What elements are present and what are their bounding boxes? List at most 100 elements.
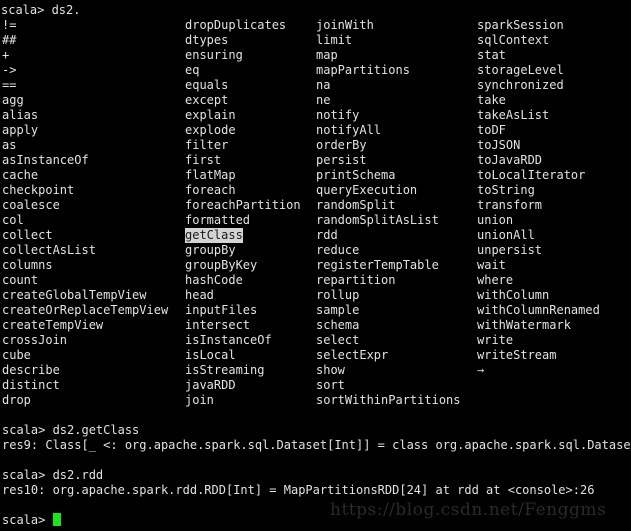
- completion-item[interactable]: +: [2, 48, 9, 63]
- completion-column-3[interactable]: joinWith limit map mapPartitions na ne notify n…: [316, 18, 461, 408]
- completion-item[interactable]: notify: [316, 108, 359, 123]
- completion-item[interactable]: except: [185, 93, 228, 108]
- completion-item[interactable]: orderBy: [316, 138, 367, 153]
- completion-item[interactable]: selectExpr: [316, 348, 388, 363]
- completion-item[interactable]: toDF: [477, 123, 506, 138]
- completion-item[interactable]: ->: [2, 63, 16, 78]
- completion-item[interactable]: createGlobalTempView: [2, 288, 147, 303]
- completion-item[interactable]: randomSplitAsList: [316, 213, 439, 228]
- completion-item[interactable]: apply: [2, 123, 38, 138]
- completion-item[interactable]: agg: [2, 93, 24, 108]
- completion-item[interactable]: createTempView: [2, 318, 103, 333]
- completion-item[interactable]: writeStream: [477, 348, 556, 363]
- completion-item[interactable]: flatMap: [185, 168, 236, 183]
- completion-item[interactable]: alias: [2, 108, 38, 123]
- completion-item[interactable]: dropDuplicates: [185, 18, 286, 33]
- completion-item[interactable]: ensuring: [185, 48, 243, 63]
- completion-item[interactable]: hashCode: [185, 273, 243, 288]
- completion-item[interactable]: first: [185, 153, 221, 168]
- completion-item[interactable]: storageLevel: [477, 63, 564, 78]
- completion-item[interactable]: takeAsList: [477, 108, 549, 123]
- completion-item[interactable]: explode: [185, 123, 236, 138]
- completion-item[interactable]: groupByKey: [185, 258, 257, 273]
- completion-item[interactable]: map: [316, 48, 338, 63]
- completion-item[interactable]: write: [477, 333, 513, 348]
- completion-item[interactable]: join: [185, 393, 214, 408]
- completion-item[interactable]: explain: [185, 108, 236, 123]
- completion-item[interactable]: getClass: [185, 228, 243, 243]
- completion-item[interactable]: joinWith: [316, 18, 374, 33]
- completion-item[interactable]: formatted: [185, 213, 250, 228]
- completion-item[interactable]: show: [316, 363, 345, 378]
- completion-item[interactable]: collectAsList: [2, 243, 96, 258]
- completion-item[interactable]: select: [316, 333, 359, 348]
- completion-item[interactable]: head: [185, 288, 214, 303]
- completion-item[interactable]: reduce: [316, 243, 359, 258]
- completion-item[interactable]: isStreaming: [185, 363, 264, 378]
- completion-item[interactable]: dtypes: [185, 33, 228, 48]
- completion-item[interactable]: intersect: [185, 318, 250, 333]
- completion-item[interactable]: as: [2, 138, 16, 153]
- completion-item[interactable]: withColumn: [477, 288, 549, 303]
- completion-item[interactable]: sqlContext: [477, 33, 549, 48]
- completion-item[interactable]: limit: [316, 33, 352, 48]
- completion-item[interactable]: rdd: [316, 228, 338, 243]
- completion-item[interactable]: distinct: [2, 378, 60, 393]
- completion-item[interactable]: sort: [316, 378, 345, 393]
- completion-item[interactable]: take: [477, 93, 506, 108]
- terminal-window[interactable]: scala> ds2. != ## + -> == agg alias apply as asIn…: [0, 0, 631, 531]
- active-prompt-line[interactable]: scala>: [2, 513, 631, 528]
- completion-item[interactable]: checkpoint: [2, 183, 74, 198]
- completion-item[interactable]: toLocalIterator: [477, 168, 585, 183]
- completion-item[interactable]: toJavaRDD: [477, 153, 542, 168]
- completion-item[interactable]: toString: [477, 183, 535, 198]
- completion-item[interactable]: randomSplit: [316, 198, 395, 213]
- completion-item[interactable]: cube: [2, 348, 31, 363]
- completion-column-2[interactable]: dropDuplicates dtypes ensuring eq equals exce…: [185, 18, 301, 408]
- completion-item[interactable]: describe: [2, 363, 60, 378]
- completion-column-1[interactable]: != ## + -> == agg alias apply as asInstanceOf cach…: [2, 18, 168, 408]
- completion-item[interactable]: coalesce: [2, 198, 60, 213]
- completion-item[interactable]: toJSON: [477, 138, 520, 153]
- completion-item[interactable]: groupBy: [185, 243, 236, 258]
- completion-item[interactable]: !=: [2, 18, 16, 33]
- completion-item[interactable]: count: [2, 273, 38, 288]
- completion-item[interactable]: rollup: [316, 288, 359, 303]
- completion-item[interactable]: ##: [2, 33, 16, 48]
- completion-item[interactable]: sparkSession: [477, 18, 564, 33]
- completion-item[interactable]: unionAll: [477, 228, 535, 243]
- completion-item[interactable]: transform: [477, 198, 542, 213]
- completion-item[interactable]: withColumnRenamed: [477, 303, 600, 318]
- completion-item[interactable]: filter: [185, 138, 228, 153]
- completion-column-4[interactable]: sparkSession sqlContext stat storageLevel sy…: [477, 18, 600, 378]
- completion-item[interactable]: stat: [477, 48, 506, 63]
- completion-item[interactable]: asInstanceOf: [2, 153, 89, 168]
- completion-item[interactable]: crossJoin: [2, 333, 67, 348]
- completion-item[interactable]: union: [477, 213, 513, 228]
- completion-item[interactable]: foreach: [185, 183, 236, 198]
- more-results-arrow-icon[interactable]: →: [477, 363, 484, 378]
- completion-item[interactable]: equals: [185, 78, 228, 93]
- completion-item[interactable]: isInstanceOf: [185, 333, 272, 348]
- completion-item[interactable]: wait: [477, 258, 506, 273]
- completion-item[interactable]: mapPartitions: [316, 63, 410, 78]
- completion-item[interactable]: ne: [316, 93, 330, 108]
- completion-item[interactable]: synchronized: [477, 78, 564, 93]
- completion-item[interactable]: collect: [2, 228, 53, 243]
- completion-item[interactable]: eq: [185, 63, 199, 78]
- completion-item[interactable]: unpersist: [477, 243, 542, 258]
- completion-item[interactable]: drop: [2, 393, 31, 408]
- completion-item[interactable]: ==: [2, 78, 16, 93]
- completion-item[interactable]: registerTempTable: [316, 258, 439, 273]
- completion-item[interactable]: sample: [316, 303, 359, 318]
- completion-item[interactable]: where: [477, 273, 513, 288]
- completion-item[interactable]: cache: [2, 168, 38, 183]
- completion-item[interactable]: foreachPartition: [185, 198, 301, 213]
- completion-item[interactable]: columns: [2, 258, 53, 273]
- completion-item[interactable]: col: [2, 213, 24, 228]
- completion-item[interactable]: javaRDD: [185, 378, 236, 393]
- completion-item[interactable]: withWatermark: [477, 318, 571, 333]
- completion-suggestions-grid[interactable]: != ## + -> == agg alias apply as asInstanceOf cach…: [1, 18, 631, 408]
- completion-item[interactable]: schema: [316, 318, 359, 333]
- completion-item[interactable]: na: [316, 78, 330, 93]
